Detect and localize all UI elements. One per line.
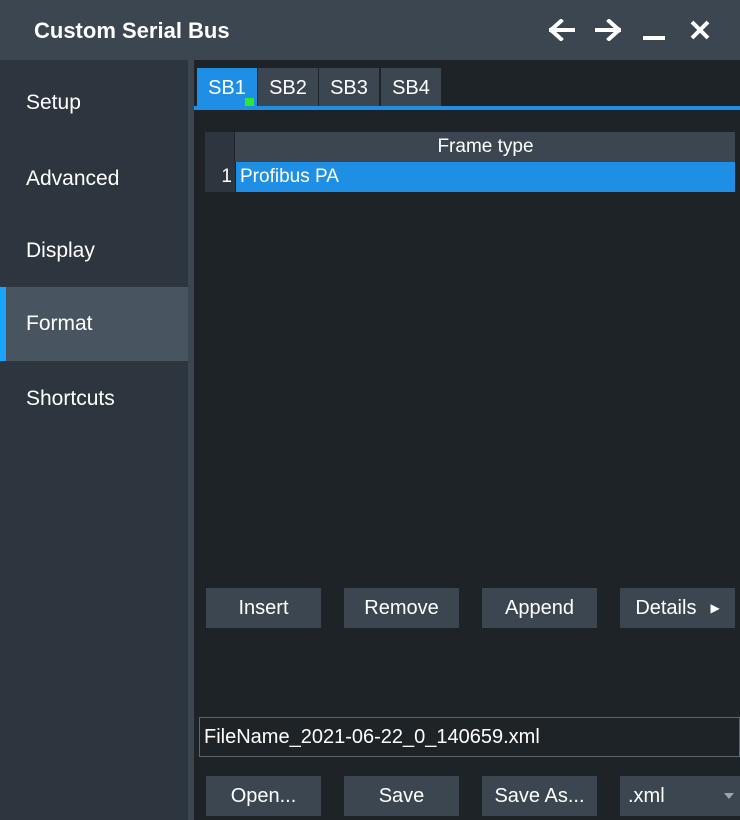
details-label: Details [635, 596, 697, 619]
frame-type-cell[interactable]: Profibus PA [236, 162, 735, 192]
tab-strip: SB1 SB2 SB3 SB4 [194, 60, 740, 108]
tab-sb2[interactable]: SB2 [258, 68, 318, 108]
file-format-select[interactable]: .xml [620, 776, 740, 816]
sidebar-item-display[interactable]: Display [0, 214, 188, 288]
arrow-right-icon[interactable] [592, 14, 624, 46]
details-button[interactable]: Details ▶ [620, 588, 735, 628]
insert-label: Insert [238, 596, 289, 619]
tab-label: SB1 [208, 76, 246, 99]
tab-label: SB4 [392, 76, 430, 99]
sidebar-item-format[interactable]: Format [0, 287, 188, 361]
close-icon[interactable] [684, 14, 716, 46]
save-as-label: Save As... [494, 784, 585, 807]
column-header-frame-type[interactable]: Frame type [236, 132, 735, 162]
open-label: Open... [230, 784, 297, 807]
file-name-field[interactable]: FileName_2021-06-22_0_140659.xml [199, 717, 740, 757]
save-as-button[interactable]: Save As... [482, 776, 597, 816]
tab-sb1[interactable]: SB1 [197, 68, 257, 108]
save-label: Save [378, 784, 425, 807]
sidebar: Setup Advanced Display Format Shortcuts [0, 60, 188, 820]
row-index: 1 [205, 162, 235, 192]
sidebar-item-shortcuts[interactable]: Shortcuts [0, 362, 188, 436]
sidebar-item-label: Shortcuts [26, 387, 115, 410]
file-format-value: .xml [628, 784, 665, 807]
sidebar-item-advanced[interactable]: Advanced [0, 142, 188, 216]
append-button[interactable]: Append [482, 588, 597, 628]
tab-label: SB3 [330, 76, 368, 99]
sidebar-item-label: Advanced [26, 167, 120, 190]
table-header: Frame type [205, 132, 735, 162]
save-button[interactable]: Save [344, 776, 459, 816]
insert-button[interactable]: Insert [206, 588, 321, 628]
sidebar-item-label: Display [26, 239, 95, 262]
arrow-left-icon[interactable] [546, 14, 578, 46]
caret-right-icon: ▶ [710, 601, 720, 615]
sidebar-item-setup[interactable]: Setup [0, 66, 188, 140]
sidebar-item-label: Format [26, 312, 93, 335]
tab-underline [194, 106, 740, 110]
tab-sb3[interactable]: SB3 [319, 68, 379, 108]
table-row[interactable]: 1 Profibus PA [205, 162, 735, 192]
tab-label: SB2 [269, 76, 307, 99]
remove-button[interactable]: Remove [344, 588, 459, 628]
tab-sb4[interactable]: SB4 [381, 68, 441, 108]
frame-table: Frame type 1 Profibus PA [205, 132, 735, 192]
open-button[interactable]: Open... [206, 776, 321, 816]
table-header-index [205, 132, 235, 162]
panel-divider [188, 60, 194, 820]
append-label: Append [505, 596, 574, 619]
window-title: Custom Serial Bus [34, 18, 230, 43]
sidebar-item-label: Setup [26, 91, 81, 114]
chevron-down-icon [724, 793, 734, 799]
title-bar: Custom Serial Bus [0, 0, 740, 60]
remove-label: Remove [364, 596, 439, 619]
minimize-icon[interactable] [638, 14, 670, 46]
